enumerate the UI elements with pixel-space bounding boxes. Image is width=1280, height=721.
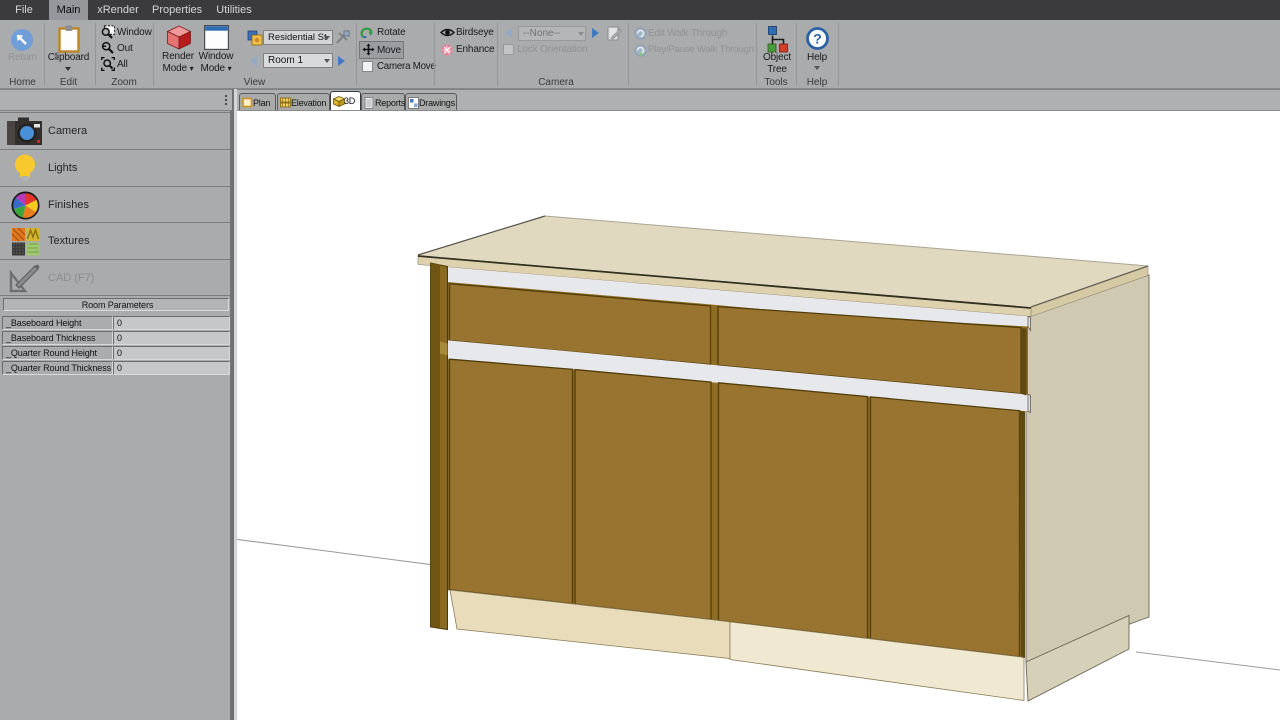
svg-text:?: ? (813, 31, 822, 47)
